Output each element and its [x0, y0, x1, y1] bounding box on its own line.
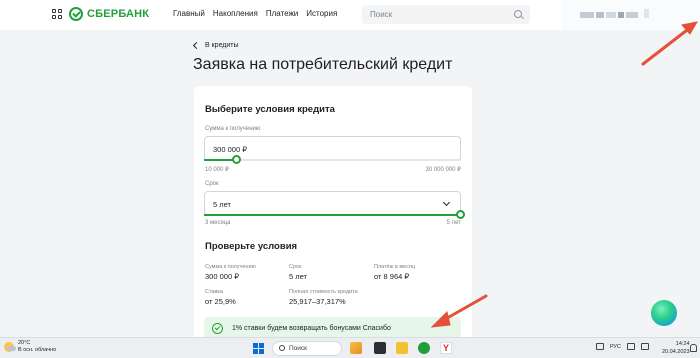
review-fullcost-value: 25,917–37,317%	[289, 297, 346, 306]
review-amount-value: 300 000 ₽	[205, 272, 239, 281]
review-payment-value: от 8 964 ₽	[374, 272, 410, 281]
term-slider[interactable]	[204, 210, 465, 219]
main-nav: Главный Накопления Платежи История	[173, 9, 337, 18]
amount-min-label: 10 000 ₽	[205, 167, 229, 173]
clock-date: 20.04.2023	[662, 349, 690, 355]
conditions-heading: Выберите условия кредита	[205, 104, 335, 115]
file-explorer-icon[interactable]	[396, 342, 408, 354]
weather-cloud-icon	[4, 342, 16, 352]
weather-widget[interactable]: 20°C В осн. облачно	[4, 340, 56, 354]
wifi-icon[interactable]	[627, 343, 636, 350]
windows-start-icon[interactable]	[253, 343, 264, 354]
review-term-value: 5 лет	[289, 272, 307, 281]
taskbar-search-placeholder: Поиск	[289, 345, 308, 352]
windows-taskbar: 20°C В осн. облачно Поиск Y РУС 14:24 20…	[0, 337, 700, 358]
nav-item-history[interactable]: История	[306, 9, 337, 18]
logo-text: СБЕРБАНК	[87, 8, 150, 20]
nav-item-payments[interactable]: Платежи	[266, 9, 298, 18]
review-heading: Проверьте условия	[205, 241, 298, 252]
sberbank-logo[interactable]: СБЕРБАНК	[69, 7, 149, 21]
nav-item-savings[interactable]: Накопления	[213, 9, 258, 18]
term-min-label: 3 месяца	[205, 220, 231, 226]
search-input[interactable]: Поиск	[362, 5, 530, 24]
review-fullcost-label: Полная стоимость кредита	[289, 289, 358, 295]
amount-slider[interactable]	[204, 155, 461, 164]
check-circle-icon	[212, 323, 223, 334]
annotation-arrow-top-right	[641, 25, 693, 66]
term-slider-fill	[204, 214, 461, 216]
taskbar-clock[interactable]: 14:24 20.04.2023	[662, 340, 690, 356]
amount-field[interactable]: 300 000 ₽	[204, 136, 461, 161]
review-rate-label: Ставка	[205, 289, 223, 295]
term-max-label: 5 лет	[446, 220, 461, 226]
credit-form-card: Выберите условия кредита Сумма к получен…	[194, 86, 472, 358]
back-label: В кредиты	[205, 42, 239, 49]
nav-item-main[interactable]: Главный	[173, 9, 205, 18]
top-header: СБЕРБАНК Главный Накопления Платежи Исто…	[0, 0, 700, 30]
amount-value: 300 000 ₽	[213, 145, 247, 154]
amount-label: Сумма к получению	[205, 126, 261, 132]
language-indicator[interactable]: РУС	[610, 344, 621, 350]
search-icon[interactable]	[514, 10, 522, 18]
page-title: Заявка на потребительский кредит	[193, 56, 453, 73]
assistant-bubble-button[interactable]	[651, 300, 677, 326]
back-to-credits-link[interactable]: В кредиты	[192, 41, 239, 50]
taskbar-search-icon	[279, 345, 285, 351]
yandex-browser-icon[interactable]: Y	[440, 342, 452, 354]
term-label: Срок	[205, 181, 219, 187]
taskbar-app-icon[interactable]	[350, 342, 362, 354]
weather-desc: В осн. облачно	[18, 347, 57, 353]
sber-app-icon[interactable]	[418, 342, 430, 354]
tray-chevron-icon[interactable]	[596, 343, 604, 350]
sber-logo-icon	[69, 7, 83, 21]
chevron-down-icon	[442, 198, 451, 207]
weather-temp: 20°C	[18, 340, 31, 346]
amount-slider-handle[interactable]	[232, 155, 242, 164]
promo-text: 1% ставки будем возвращать бонусами Спас…	[232, 325, 391, 332]
review-payment-label: Платёж в месяц	[374, 264, 416, 270]
term-select[interactable]: 5 лет	[204, 191, 461, 216]
review-term-label: Срок	[289, 264, 302, 270]
taskbar-media-icon[interactable]	[374, 342, 386, 354]
volume-icon[interactable]	[641, 343, 650, 350]
term-value: 5 лет	[213, 200, 231, 209]
review-rate-value: от 25,9%	[205, 297, 236, 306]
notifications-icon[interactable]	[690, 344, 697, 352]
review-amount-label: Сумма к получению	[205, 264, 256, 270]
system-tray: РУС	[596, 343, 650, 350]
taskbar-search[interactable]: Поиск	[272, 341, 342, 356]
chevron-left-icon	[192, 41, 201, 50]
search-placeholder: Поиск	[370, 10, 393, 19]
term-slider-handle[interactable]	[456, 210, 465, 219]
amount-max-label: 30 000 000 ₽	[425, 167, 461, 173]
profile-area-pixelated[interactable]	[562, 0, 700, 30]
clock-time: 14:24	[675, 341, 690, 347]
apps-grid-icon[interactable]	[52, 9, 62, 19]
